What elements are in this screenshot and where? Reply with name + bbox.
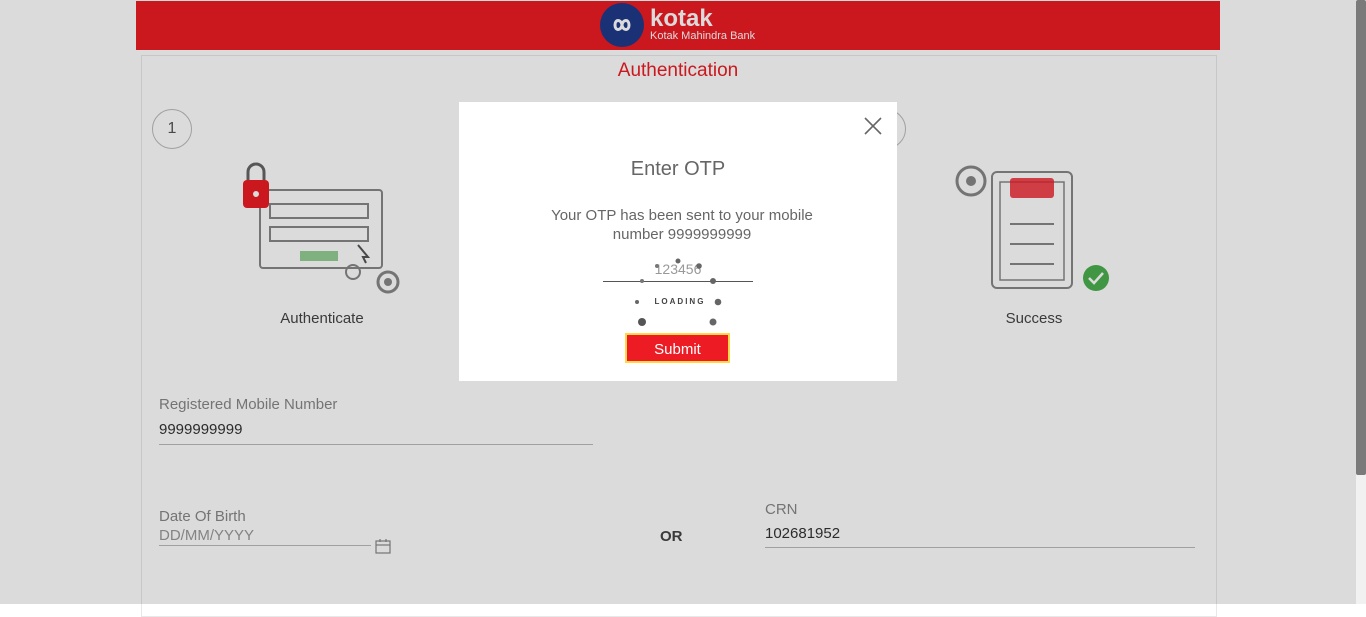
loading-text: LOADING xyxy=(654,297,706,306)
page: kotak Kotak Mahindra Bank Authentication… xyxy=(0,0,1366,617)
otp-sent-message: Your OTP has been sent to your mobile nu… xyxy=(551,207,813,243)
submit-button[interactable]: Submit xyxy=(625,333,730,363)
modal-title: Enter OTP xyxy=(630,158,726,180)
scrollbar-thumb[interactable] xyxy=(1356,0,1366,475)
close-icon[interactable] xyxy=(862,115,884,137)
